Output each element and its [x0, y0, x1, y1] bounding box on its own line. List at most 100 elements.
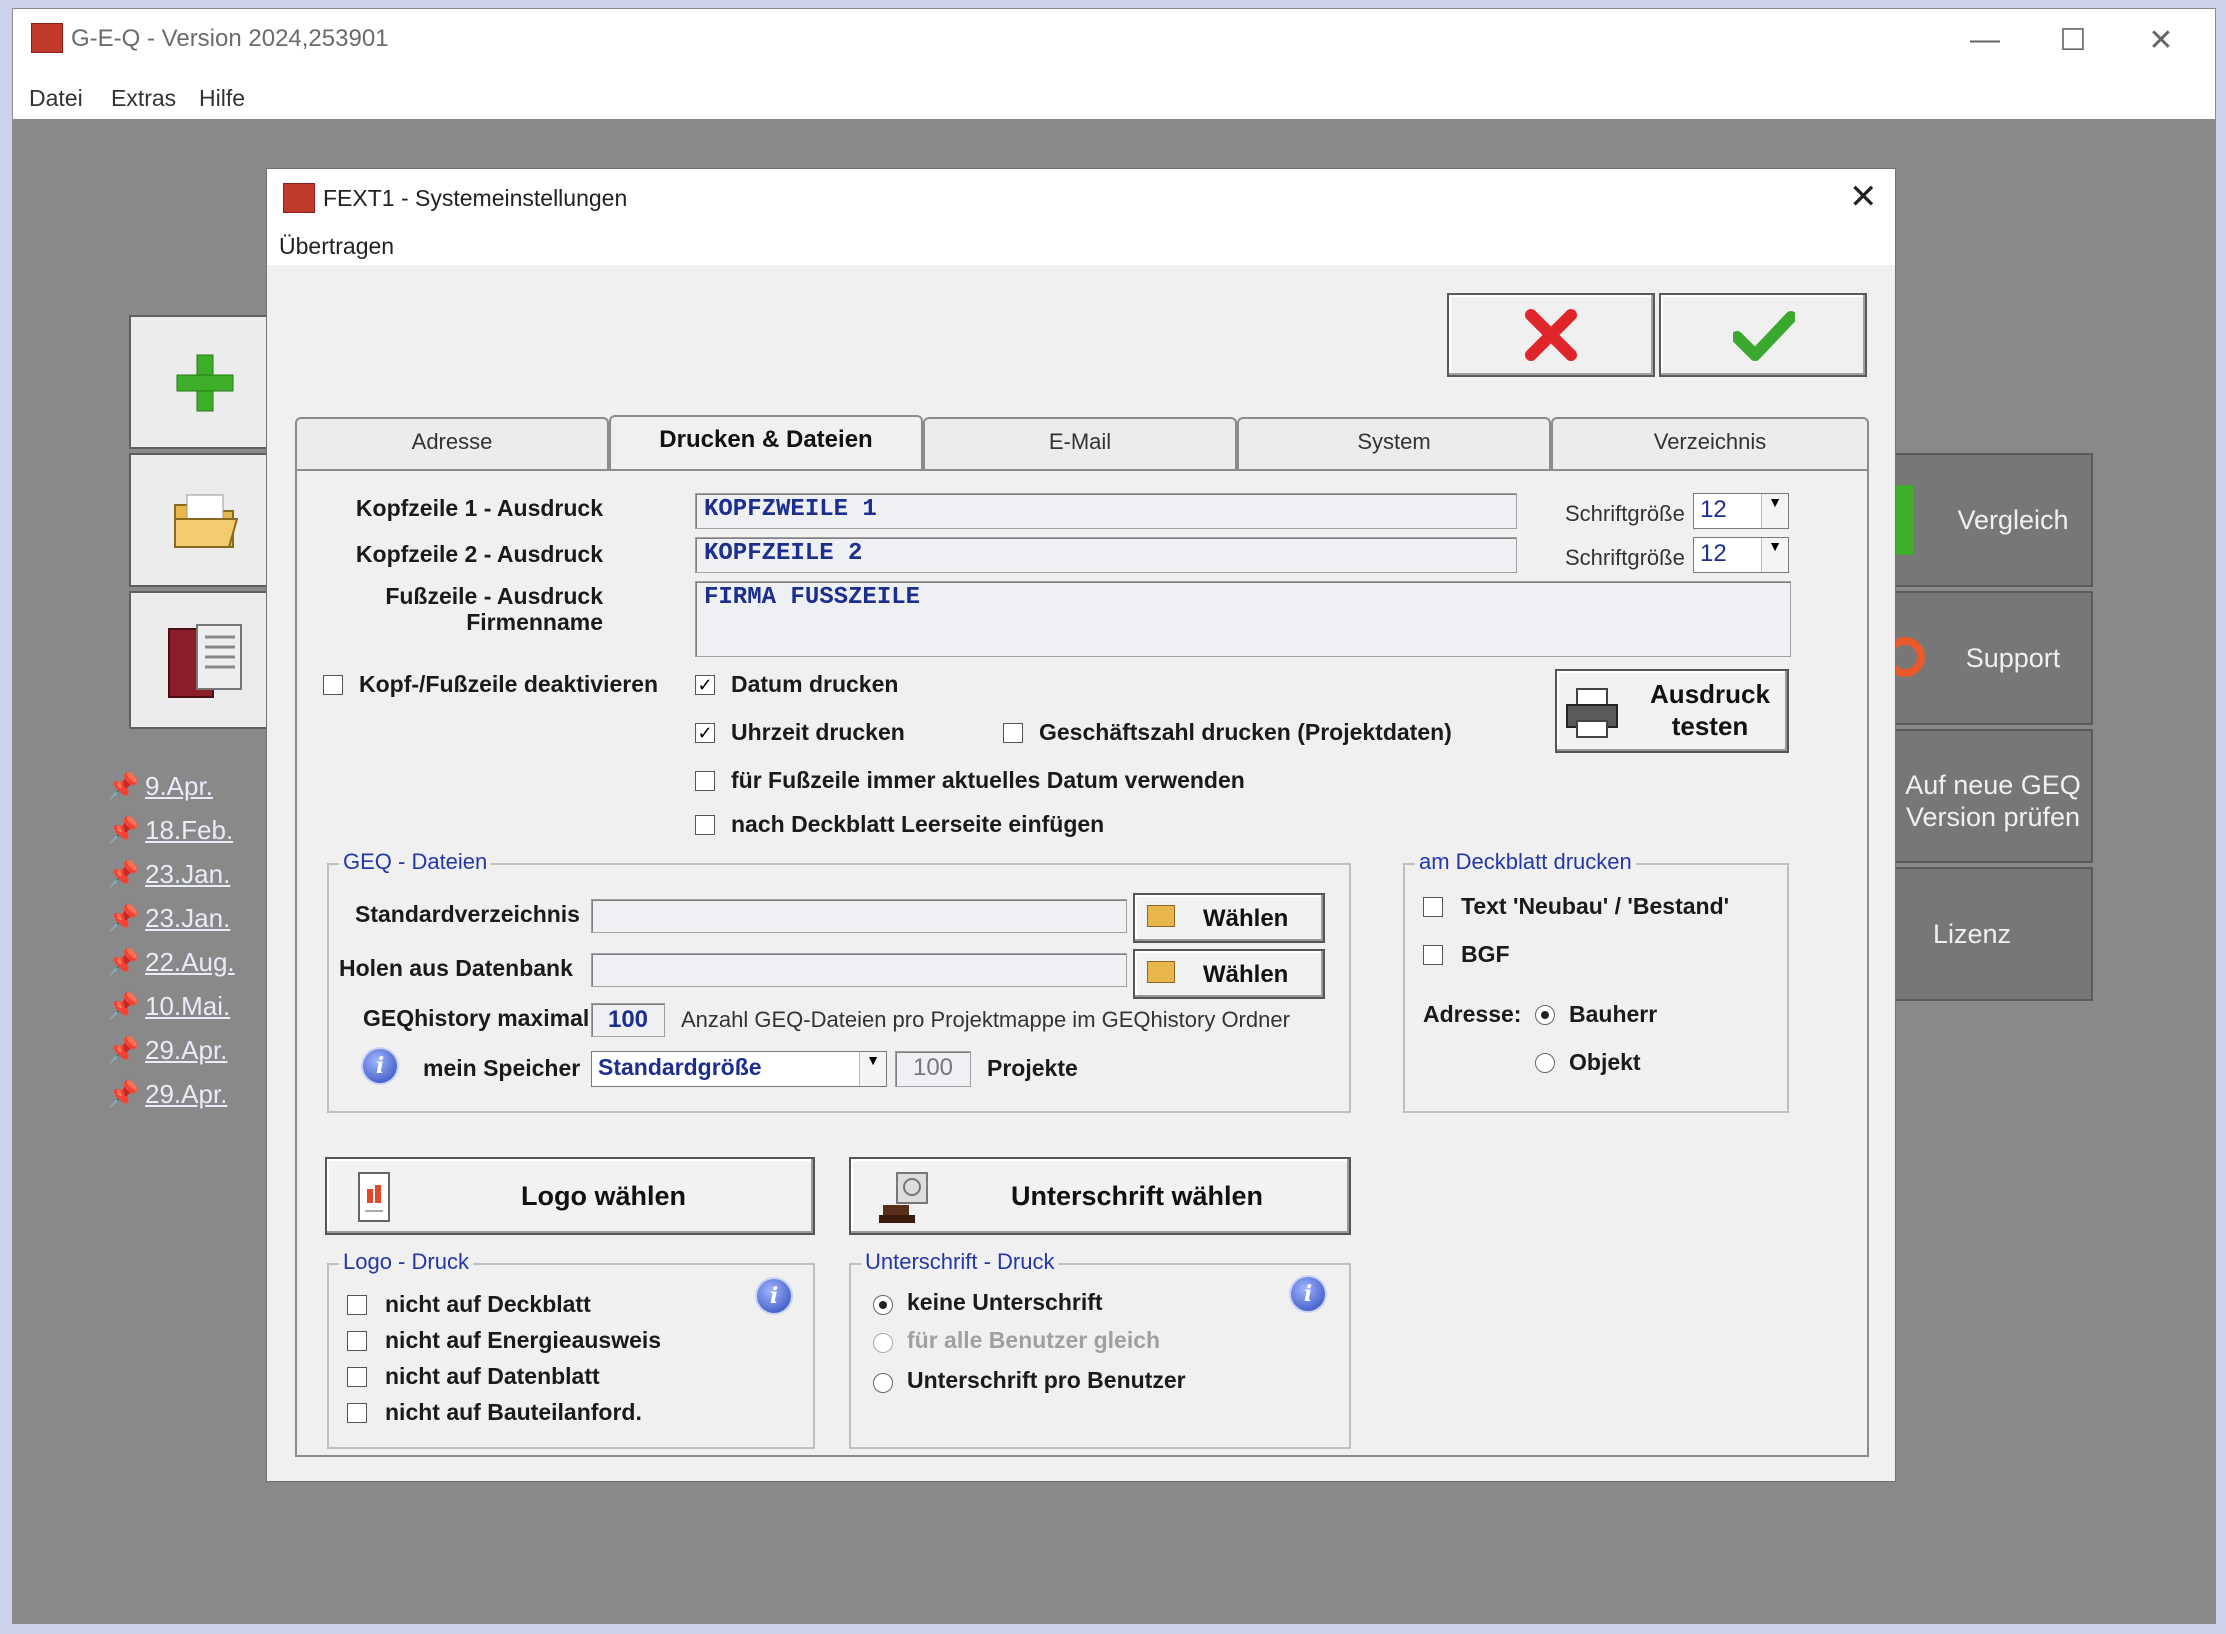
leerseite-checkbox[interactable]	[695, 815, 715, 835]
recent-date: 23.Jan.	[145, 903, 231, 933]
logo-print-title: Logo - Druck	[339, 1249, 473, 1275]
tab-drucken-dateien[interactable]: Drucken & Dateien	[609, 415, 923, 471]
uhrzeit-checkbox[interactable]: ✓	[695, 723, 715, 743]
deactivate-checkbox[interactable]	[323, 675, 343, 695]
dialog-titlebar: FEXT1 - Systemeinstellungen ✕	[267, 169, 1895, 229]
info-icon[interactable]: i	[757, 1279, 791, 1313]
kopf1-input[interactable]: KOPFZWEILE 1	[695, 493, 1517, 529]
cancel-x-icon	[1525, 309, 1577, 361]
logo-choose-button[interactable]: Logo wählen	[325, 1157, 815, 1235]
geschaeftszahl-checkbox[interactable]	[1003, 723, 1023, 743]
recent-item[interactable]: 📌 9.Apr.	[107, 771, 213, 802]
recent-date: 9.Apr.	[145, 771, 213, 801]
open-project-button[interactable]	[129, 453, 279, 587]
settings-dialog: FEXT1 - Systemeinstellungen ✕ Übertragen…	[266, 168, 1896, 1482]
speicher-label: mein Speicher	[423, 1055, 581, 1081]
logo-energieausweis-checkbox[interactable]	[347, 1331, 367, 1351]
document-icon	[358, 1172, 390, 1222]
holen-choose-button[interactable]: Wählen	[1133, 949, 1325, 999]
tab-system[interactable]: System	[1237, 417, 1551, 469]
objekt-radio[interactable]	[1535, 1053, 1555, 1073]
pin-icon: 📌	[107, 947, 140, 977]
kopf1-label: Kopfzeile 1 - Ausdruck	[355, 495, 603, 521]
close-icon[interactable]: ✕	[2131, 23, 2191, 58]
std-dir-choose-button[interactable]: Wählen	[1133, 893, 1325, 943]
signature-choose-button[interactable]: Unterschrift wählen	[849, 1157, 1351, 1235]
dialog-close-icon[interactable]: ✕	[1849, 177, 1878, 217]
new-project-button[interactable]	[129, 315, 279, 449]
text-neubau-checkbox[interactable]	[1423, 897, 1443, 917]
kopf2-input[interactable]: KOPFZEILE 2	[695, 537, 1517, 573]
vergleich-button[interactable]: Vergleich	[1893, 453, 2093, 587]
datum-checkbox[interactable]: ✓	[695, 675, 715, 695]
recent-item[interactable]: 📌 29.Apr.	[107, 1079, 227, 1110]
support-button[interactable]: Support	[1885, 591, 2093, 725]
recent-item[interactable]: 📌 18.Feb.	[107, 815, 233, 846]
keine-unterschrift-radio[interactable]	[873, 1295, 893, 1315]
recent-date: 23.Jan.	[145, 859, 231, 889]
text-neubau-label: Text 'Neubau' / 'Bestand'	[1461, 893, 1730, 919]
maximize-icon[interactable]: ☐	[2043, 23, 2103, 58]
uhrzeit-label: Uhrzeit drucken	[731, 719, 905, 745]
logo-bauteilanford-checkbox[interactable]	[347, 1403, 367, 1423]
logo-datenblatt-checkbox[interactable]	[347, 1367, 367, 1387]
pin-icon: 📌	[107, 1079, 140, 1109]
pro-benutzer-radio[interactable]	[873, 1373, 893, 1393]
cancel-button[interactable]	[1447, 293, 1655, 377]
size1-label: Schriftgröße	[1565, 501, 1685, 526]
tab-email[interactable]: E-Mail	[923, 417, 1237, 469]
logo-deckblatt-checkbox[interactable]	[347, 1295, 367, 1315]
history-desc: Anzahl GEQ-Dateien pro Projektmappe im G…	[681, 1007, 1290, 1032]
menu-hilfe[interactable]: Hilfe	[199, 85, 245, 112]
tab-adresse[interactable]: Adresse	[295, 417, 609, 469]
menu-datei[interactable]: Datei	[29, 85, 83, 112]
minimize-icon[interactable]: —	[1955, 23, 2015, 57]
recent-date: 29.Apr.	[145, 1035, 228, 1065]
size1-select[interactable]: 12 ▼	[1693, 493, 1789, 529]
recent-item[interactable]: 📌 10.Mai.	[107, 991, 230, 1022]
lizenz-label: Lizenz	[1933, 919, 2012, 949]
tab-verzeichnis[interactable]: Verzeichnis	[1551, 417, 1869, 469]
leerseite-label: nach Deckblatt Leerseite einfügen	[731, 811, 1105, 837]
logo-bauteilanford-label: nicht auf Bauteilanford.	[385, 1399, 642, 1425]
catalog-button[interactable]	[129, 591, 279, 729]
pro-benutzer-label: Unterschrift pro Benutzer	[907, 1367, 1186, 1393]
menu-uebertragen[interactable]: Übertragen	[279, 233, 394, 260]
projects-input[interactable]: 100	[895, 1051, 971, 1087]
ok-button[interactable]	[1659, 293, 1867, 377]
bgf-checkbox[interactable]	[1423, 945, 1443, 965]
speicher-select[interactable]: Standardgröße ▼	[591, 1051, 887, 1087]
aktuelles-datum-checkbox[interactable]	[695, 771, 715, 791]
app-title: G-E-Q - Version 2024,253901	[71, 25, 389, 52]
bauherr-radio[interactable]	[1535, 1005, 1555, 1025]
stamp-icon	[879, 1172, 928, 1223]
pin-icon: 📌	[107, 859, 140, 889]
folder-icon	[1147, 961, 1175, 983]
check-version-button[interactable]: Auf neue GEQ Version prüfen	[1893, 729, 2093, 863]
history-input[interactable]: 100	[591, 1003, 665, 1037]
info-icon[interactable]: i	[363, 1049, 397, 1083]
print-test-label-2: testen	[1671, 711, 1749, 741]
logo-choose-label: Logo wählen	[521, 1181, 686, 1211]
deactivate-label: Kopf-/Fußzeile deaktivieren	[359, 671, 659, 697]
menu-extras[interactable]: Extras	[111, 85, 176, 112]
pin-icon: 📌	[107, 771, 140, 801]
recent-item[interactable]: 📌 23.Jan.	[107, 903, 231, 934]
adresse-label: Adresse:	[1423, 1001, 1522, 1027]
printer-icon	[1566, 688, 1618, 738]
app-titlebar: G-E-Q - Version 2024,253901 — ☐ ✕	[13, 9, 2215, 77]
recent-item[interactable]: 📌 29.Apr.	[107, 1035, 228, 1066]
lizenz-button[interactable]: Lizenz	[1893, 867, 2093, 1001]
std-dir-input[interactable]	[591, 899, 1127, 933]
size2-select[interactable]: 12 ▼	[1693, 537, 1789, 573]
recent-item[interactable]: 📌 22.Aug.	[107, 947, 235, 978]
info-icon[interactable]: i	[1291, 1277, 1325, 1311]
book-icon	[168, 624, 242, 698]
history-label: GEQhistory maximal	[363, 1005, 590, 1031]
holen-input[interactable]	[591, 953, 1127, 987]
alle-benutzer-radio	[873, 1333, 893, 1353]
geschaeftszahl-label: Geschäftszahl drucken (Projektdaten)	[1039, 719, 1452, 745]
fuss-input[interactable]: FIRMA FUSSZEILE	[695, 581, 1791, 657]
print-test-button[interactable]: Ausdruck testen	[1555, 669, 1789, 753]
recent-item[interactable]: 📌 23.Jan.	[107, 859, 231, 890]
